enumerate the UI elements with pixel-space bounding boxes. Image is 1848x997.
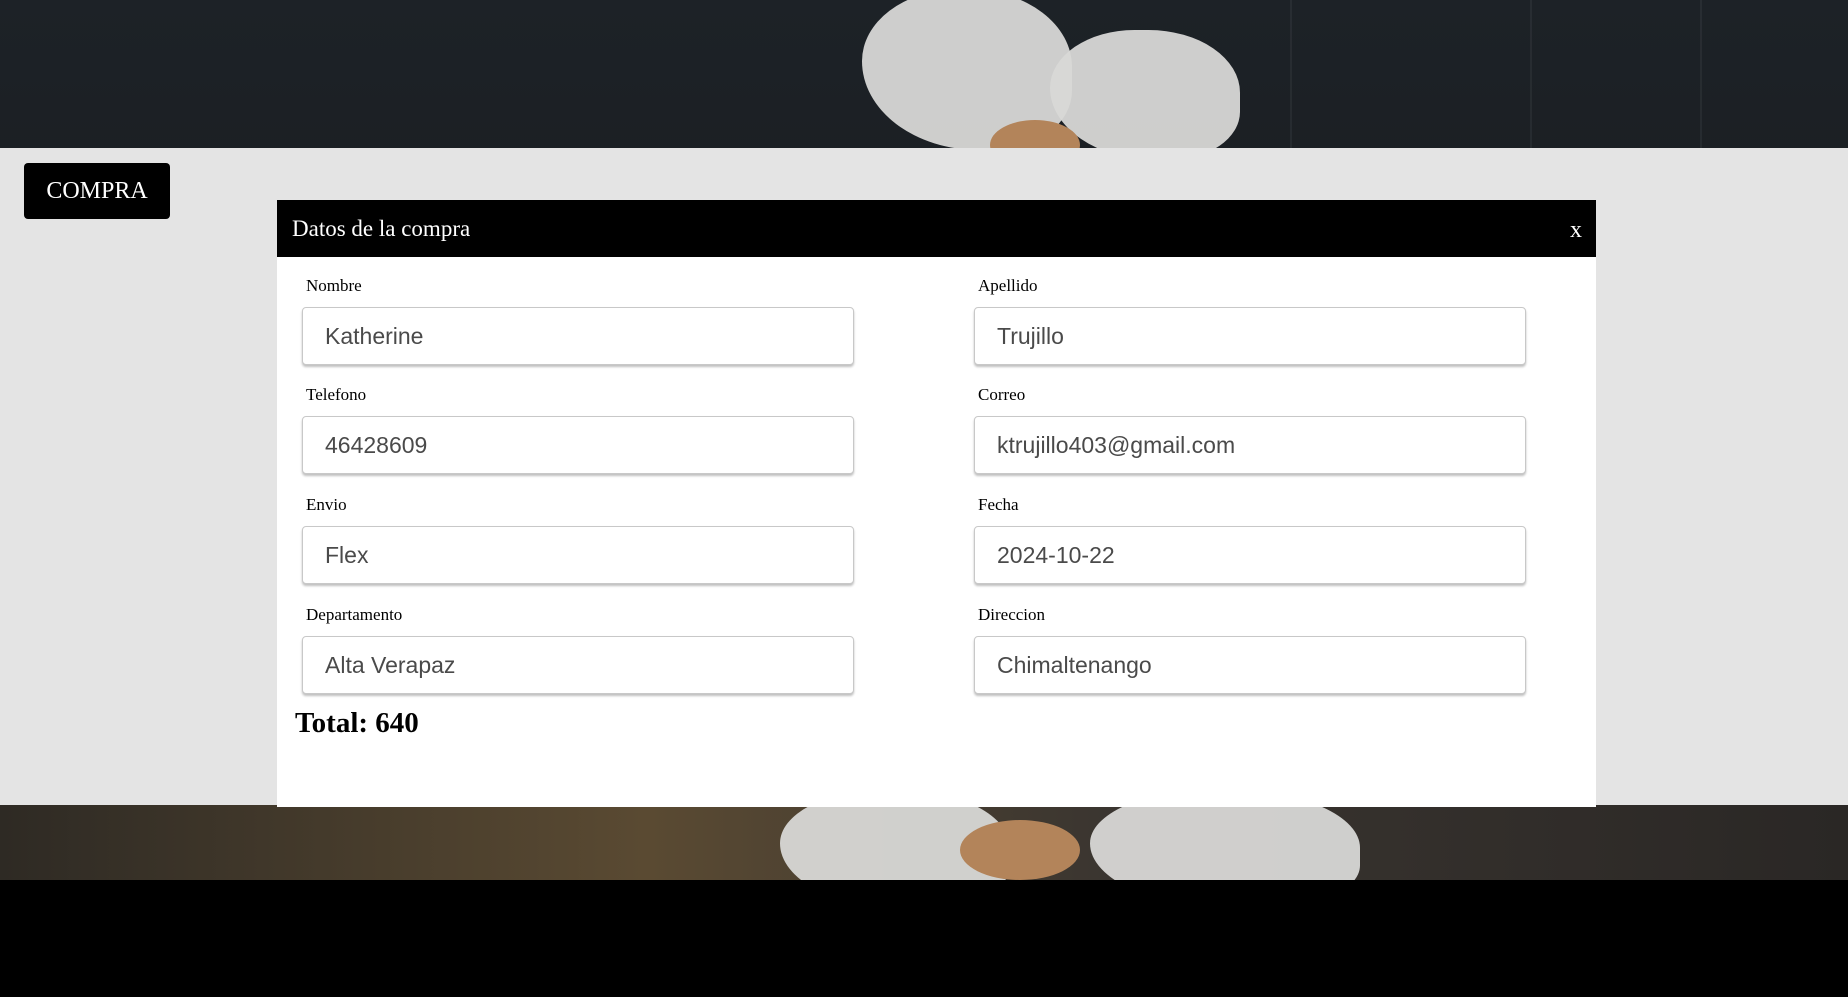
field-label: Fecha	[978, 495, 1019, 514]
modal-title: Datos de la compra	[292, 215, 471, 241]
field-label: Departamento	[306, 605, 403, 624]
field-fecha: Fecha	[974, 495, 1526, 584]
field-label: Nombre	[306, 276, 362, 295]
compra-button[interactable]: COMPRA	[24, 163, 170, 219]
departamento-input[interactable]	[302, 636, 854, 694]
envio-input[interactable]	[302, 526, 854, 584]
apellido-input[interactable]	[974, 307, 1526, 365]
field-telefono: Telefono	[302, 385, 854, 474]
field-apellido: Apellido	[974, 276, 1526, 365]
telefono-input[interactable]	[302, 416, 854, 474]
close-icon[interactable]: x	[1570, 217, 1582, 244]
fecha-input[interactable]	[974, 526, 1526, 584]
field-label: Correo	[978, 385, 1026, 404]
field-correo: Correo	[974, 385, 1526, 474]
field-label: Direccion	[978, 605, 1046, 624]
field-departamento: Departamento	[302, 605, 854, 694]
correo-input[interactable]	[974, 416, 1526, 474]
direccion-input[interactable]	[974, 636, 1526, 694]
field-nombre: Nombre	[302, 276, 854, 365]
field-direccion: Direccion	[974, 605, 1526, 694]
modal-header: Datos de la compra x	[277, 200, 1596, 257]
field-label: Apellido	[978, 276, 1038, 295]
field-label: Telefono	[306, 385, 367, 404]
background-model-body	[960, 820, 1080, 880]
page: COMPRA Datos de la compra x Nombre Apell…	[0, 0, 1848, 997]
purchase-modal: Datos de la compra x Nombre Apellido Tel…	[277, 200, 1596, 807]
field-label: Envio	[306, 495, 347, 514]
total-amount: Total: 640	[295, 707, 419, 739]
field-envio: Envio	[302, 495, 854, 584]
nombre-input[interactable]	[302, 307, 854, 365]
